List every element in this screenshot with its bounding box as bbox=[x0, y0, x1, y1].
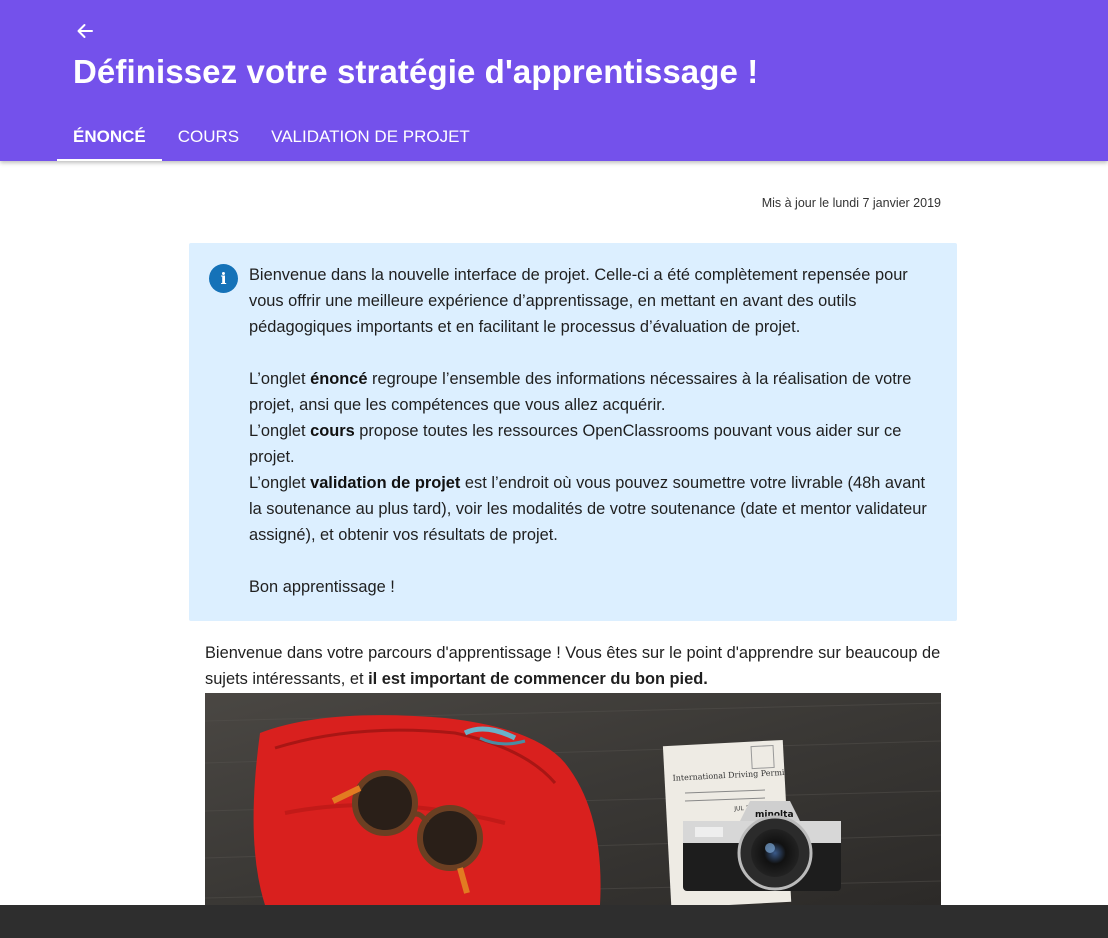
info-callout-text: Bienvenue dans la nouvelle interface de … bbox=[249, 262, 941, 600]
intro-bold-text: il est important de commencer du bon pie… bbox=[368, 670, 708, 688]
info-enonce-prefix: L’onglet bbox=[249, 370, 311, 388]
tab-cours[interactable]: COURS bbox=[162, 113, 255, 161]
header-bar: Définissez votre stratégie d'apprentissa… bbox=[0, 0, 1108, 161]
travel-items-illustration: International Driving Permit JUL 23 1968… bbox=[205, 693, 941, 905]
info-cours-paragraph: L’onglet cours propose toutes les ressou… bbox=[249, 418, 941, 470]
back-button[interactable] bbox=[72, 18, 98, 44]
info-cours-prefix: L’onglet bbox=[249, 422, 311, 440]
info-enonce-term: énoncé bbox=[310, 370, 368, 388]
info-enonce-paragraph: L’onglet énoncé regroupe l’ensemble des … bbox=[249, 366, 941, 418]
info-validation-prefix: L’onglet bbox=[249, 474, 311, 492]
info-callout: i Bienvenue dans la nouvelle interface d… bbox=[189, 243, 957, 621]
info-closing: Bon apprentissage ! bbox=[249, 578, 395, 596]
updated-date: Mis à jour le lundi 7 janvier 2019 bbox=[761, 196, 941, 210]
arrow-left-icon bbox=[77, 24, 93, 38]
tab-enonce[interactable]: ÉNONCÉ bbox=[57, 113, 162, 161]
info-validation-term: validation de projet bbox=[310, 474, 461, 492]
page-title: Définissez votre stratégie d'apprentissa… bbox=[73, 53, 759, 90]
footer-bar bbox=[0, 905, 1108, 938]
info-icon: i bbox=[209, 264, 238, 293]
info-validation-paragraph: L’onglet validation de projet est l’endr… bbox=[249, 470, 941, 548]
info-cours-term: cours bbox=[310, 422, 355, 440]
tab-bar: ÉNONCÉ COURS VALIDATION DE PROJET bbox=[57, 113, 486, 161]
info-intro-paragraph: Bienvenue dans la nouvelle interface de … bbox=[249, 266, 908, 336]
intro-paragraph: Bienvenue dans votre parcours d'apprenti… bbox=[205, 640, 945, 692]
hero-photo: International Driving Permit JUL 23 1968… bbox=[205, 693, 941, 905]
tab-validation-de-projet[interactable]: VALIDATION DE PROJET bbox=[255, 113, 486, 161]
